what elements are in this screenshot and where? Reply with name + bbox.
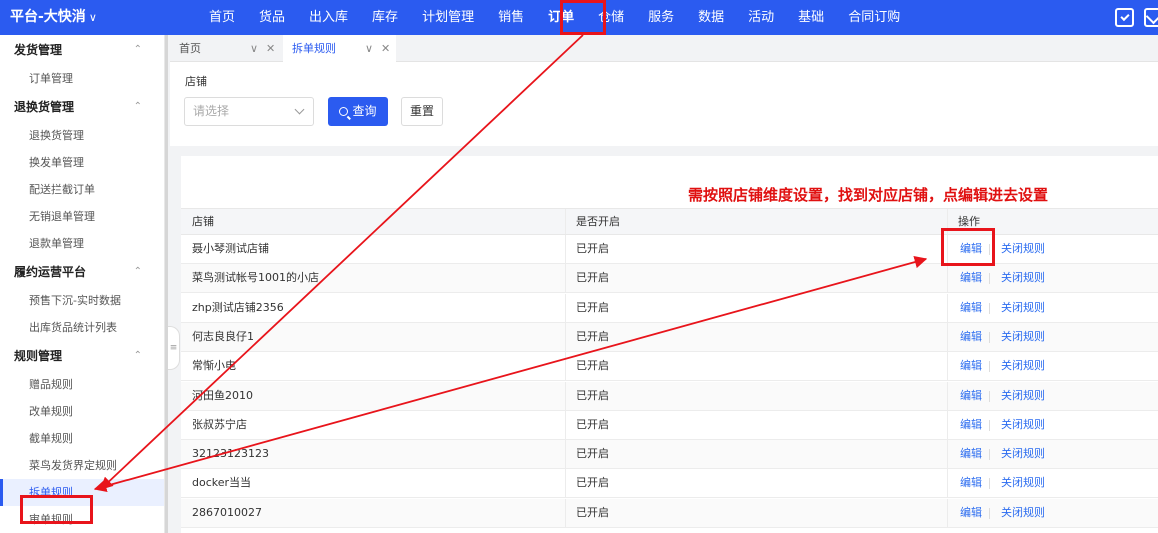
annotation-arrows bbox=[93, 34, 928, 493]
arrow-menu-to-edit bbox=[93, 255, 928, 493]
